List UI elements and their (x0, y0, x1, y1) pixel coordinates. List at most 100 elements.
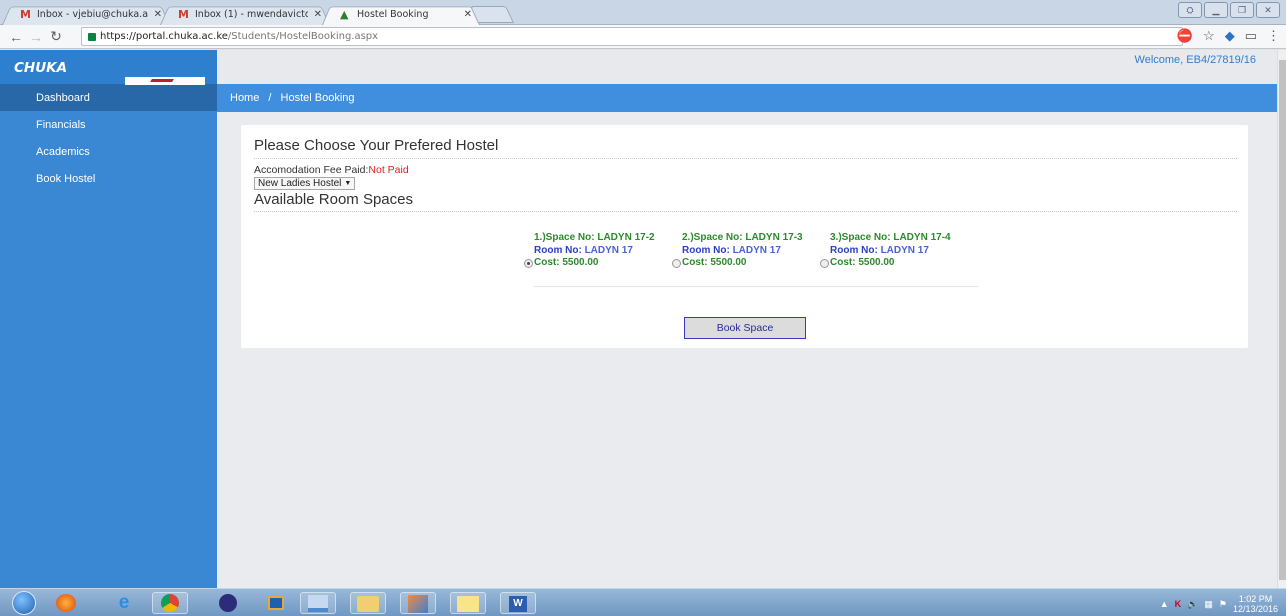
fee-status-line: Accomodation Fee Paid:Not Paid (254, 164, 409, 176)
word-icon[interactable]: W (500, 592, 536, 614)
eclipse-icon[interactable] (210, 592, 246, 614)
browser-tab-inbox-1[interactable]: M Inbox - vjebiu@chuka.ac ✕ (2, 4, 170, 25)
top-header: Welcome, EB4/27819/16 (217, 50, 1286, 84)
space-radio[interactable] (820, 258, 829, 268)
breadcrumb-separator: / (268, 92, 272, 104)
page-title: Please Choose Your Prefered Hostel (254, 137, 499, 154)
sidebar-item-financials[interactable]: Financials (0, 111, 217, 138)
network-icon[interactable]: ▦ (1204, 599, 1213, 610)
gmail-icon: M (20, 7, 31, 21)
close-icon[interactable]: ✕ (154, 9, 162, 20)
new-tab-button[interactable] (470, 6, 514, 23)
room-label: Room No: (534, 244, 582, 256)
gmail-icon: M (178, 7, 189, 21)
room-value: LADYN 17 (584, 244, 633, 256)
sticky-notes-icon[interactable] (450, 592, 486, 614)
clock-time: 1:02 PM (1238, 594, 1273, 604)
browser-tab-inbox-2[interactable]: M Inbox (1) - mwendavicto ✕ (160, 4, 330, 25)
breadcrumb-home[interactable]: Home (230, 92, 259, 104)
outlook-icon[interactable] (258, 592, 294, 614)
breadcrumb-current: Hostel Booking (280, 92, 355, 104)
firefox-icon[interactable] (48, 592, 84, 614)
url-host: https://portal.chuka.ac.ke (100, 31, 228, 42)
main-content: Please Choose Your Prefered Hostel Accom… (217, 112, 1277, 588)
space-radio[interactable] (524, 258, 533, 268)
space-cost: Cost: 5500.00 (830, 257, 895, 268)
flag-icon[interactable]: ⚑ (1219, 599, 1227, 610)
forward-arrow-icon[interactable]: → (26, 29, 46, 45)
close-icon[interactable]: ✕ (314, 9, 322, 20)
university-logo (125, 77, 205, 85)
book-space-button[interactable]: Book Space (684, 317, 806, 339)
show-hidden-icons-icon[interactable]: ▲ (1160, 599, 1169, 609)
tab-label: Hostel Booking (357, 9, 429, 20)
tab-label: Inbox - vjebiu@chuka.ac (37, 9, 148, 20)
extension-icon[interactable]: ◆ (1225, 28, 1235, 44)
system-clock[interactable]: 1:02 PM 12/13/2016 (1233, 594, 1278, 614)
breadcrumb: Home / Hostel Booking (217, 84, 1286, 112)
cast-icon[interactable]: ▭ (1245, 28, 1257, 44)
sidebar-item-dashboard[interactable]: Dashboard (0, 84, 217, 111)
space-radio[interactable] (672, 258, 681, 268)
blocked-popup-icon[interactable]: ⛔ (1177, 28, 1193, 44)
room-space-option[interactable]: 3.)Space No: LADYN 17-4 Room No: LADYN 1… (820, 232, 978, 287)
windows-taskbar: e W ▲ K 🔈 ▦ ⚑ 1:02 PM 12/13/2016 (0, 588, 1286, 616)
sidebar-item-academics[interactable]: Academics (0, 138, 217, 165)
divider (254, 211, 1237, 212)
room-space-option[interactable]: 2.)Space No: LADYN 17-3 Room No: LADYN 1… (672, 232, 830, 287)
address-bar[interactable]: https://portal.chuka.ac.ke/Students/Host… (81, 27, 1183, 46)
brand-name: CHUKA (14, 60, 68, 76)
room-label: Room No: (682, 244, 730, 256)
url-path: /Students/HostelBooking.aspx (227, 31, 379, 42)
close-window-icon[interactable]: ✕ (1256, 2, 1280, 18)
chrome-icon[interactable] (152, 592, 188, 614)
room-number: Room No: LADYN 17 (830, 245, 978, 258)
window-controls: ⛭ ▁ ❐ ✕ (1178, 2, 1280, 18)
room-value: LADYN 17 (732, 244, 781, 256)
fee-label: Accomodation Fee Paid: (254, 164, 369, 176)
minimize-icon[interactable]: ▁ (1204, 2, 1228, 18)
maximize-icon[interactable]: ❐ (1230, 2, 1254, 18)
room-number: Room No: LADYN 17 (682, 245, 830, 258)
menu-icon[interactable]: ⋮ (1267, 28, 1280, 44)
browser-tab-hostel-booking[interactable]: ▲ Hostel Booking ✕ (322, 4, 480, 25)
back-arrow-icon[interactable]: ← (6, 29, 26, 45)
room-space-option[interactable]: 1.)Space No: LADYN 17-2 Room No: LADYN 1… (524, 232, 682, 287)
tab-label: Inbox (1) - mwendavicto (195, 9, 308, 20)
sidebar: CHUKA Dashboard Financials Academics Boo… (0, 50, 217, 588)
reload-icon[interactable]: ↻ (46, 28, 66, 45)
hostel-select[interactable]: New Ladies Hostel ▼ (254, 177, 356, 190)
page-scrollbar[interactable] (1277, 50, 1286, 588)
room-number: Room No: LADYN 17 (534, 245, 682, 258)
lock-icon (88, 32, 96, 41)
chart-app-icon[interactable] (300, 592, 336, 614)
space-number: 2.)Space No: LADYN 17-3 (682, 232, 803, 243)
system-tray: ▲ K 🔈 ▦ ⚑ 1:02 PM 12/13/2016 (1160, 594, 1278, 614)
hostel-booking-panel: Please Choose Your Prefered Hostel Accom… (241, 125, 1248, 348)
start-orb-icon[interactable] (12, 591, 36, 615)
close-icon[interactable]: ✕ (464, 9, 472, 20)
site-favicon-icon: ▲ (340, 7, 349, 21)
internet-explorer-icon[interactable]: e (106, 592, 142, 614)
browser-tab-strip: M Inbox - vjebiu@chuka.ac ✕ M Inbox (1) … (0, 0, 1286, 25)
welcome-user[interactable]: Welcome, EB4/27819/16 (1135, 54, 1256, 66)
volume-icon[interactable]: 🔈 (1187, 599, 1198, 610)
space-cost-row: Cost: 5500.00 (672, 257, 830, 270)
space-cost-row: Cost: 5500.00 (524, 257, 682, 270)
user-profile-icon[interactable]: ⛭ (1178, 2, 1202, 18)
space-number: 1.)Space No: LADYN 17-2 (534, 232, 655, 243)
scrollbar-thumb[interactable] (1279, 60, 1286, 580)
fee-status-badge: Not Paid (368, 164, 409, 176)
antivirus-icon[interactable]: K (1175, 599, 1182, 609)
hostel-select-value: New Ladies Hostel (258, 178, 342, 189)
browser-toolbar: ← → ↻ https://portal.chuka.ac.ke/Student… (0, 25, 1286, 49)
brand[interactable]: CHUKA (0, 50, 217, 85)
space-cost: Cost: 5500.00 (534, 257, 599, 268)
toolbar-actions: ⛔ ☆ ◆ ▭ ⋮ (1177, 28, 1280, 44)
space-number: 3.)Space No: LADYN 17-4 (830, 232, 951, 243)
space-cost: Cost: 5500.00 (682, 257, 747, 268)
file-explorer-icon[interactable] (350, 592, 386, 614)
sidebar-item-book-hostel[interactable]: Book Hostel (0, 165, 217, 192)
bookmark-star-icon[interactable]: ☆ (1203, 28, 1215, 44)
paint-app-icon[interactable] (400, 592, 436, 614)
